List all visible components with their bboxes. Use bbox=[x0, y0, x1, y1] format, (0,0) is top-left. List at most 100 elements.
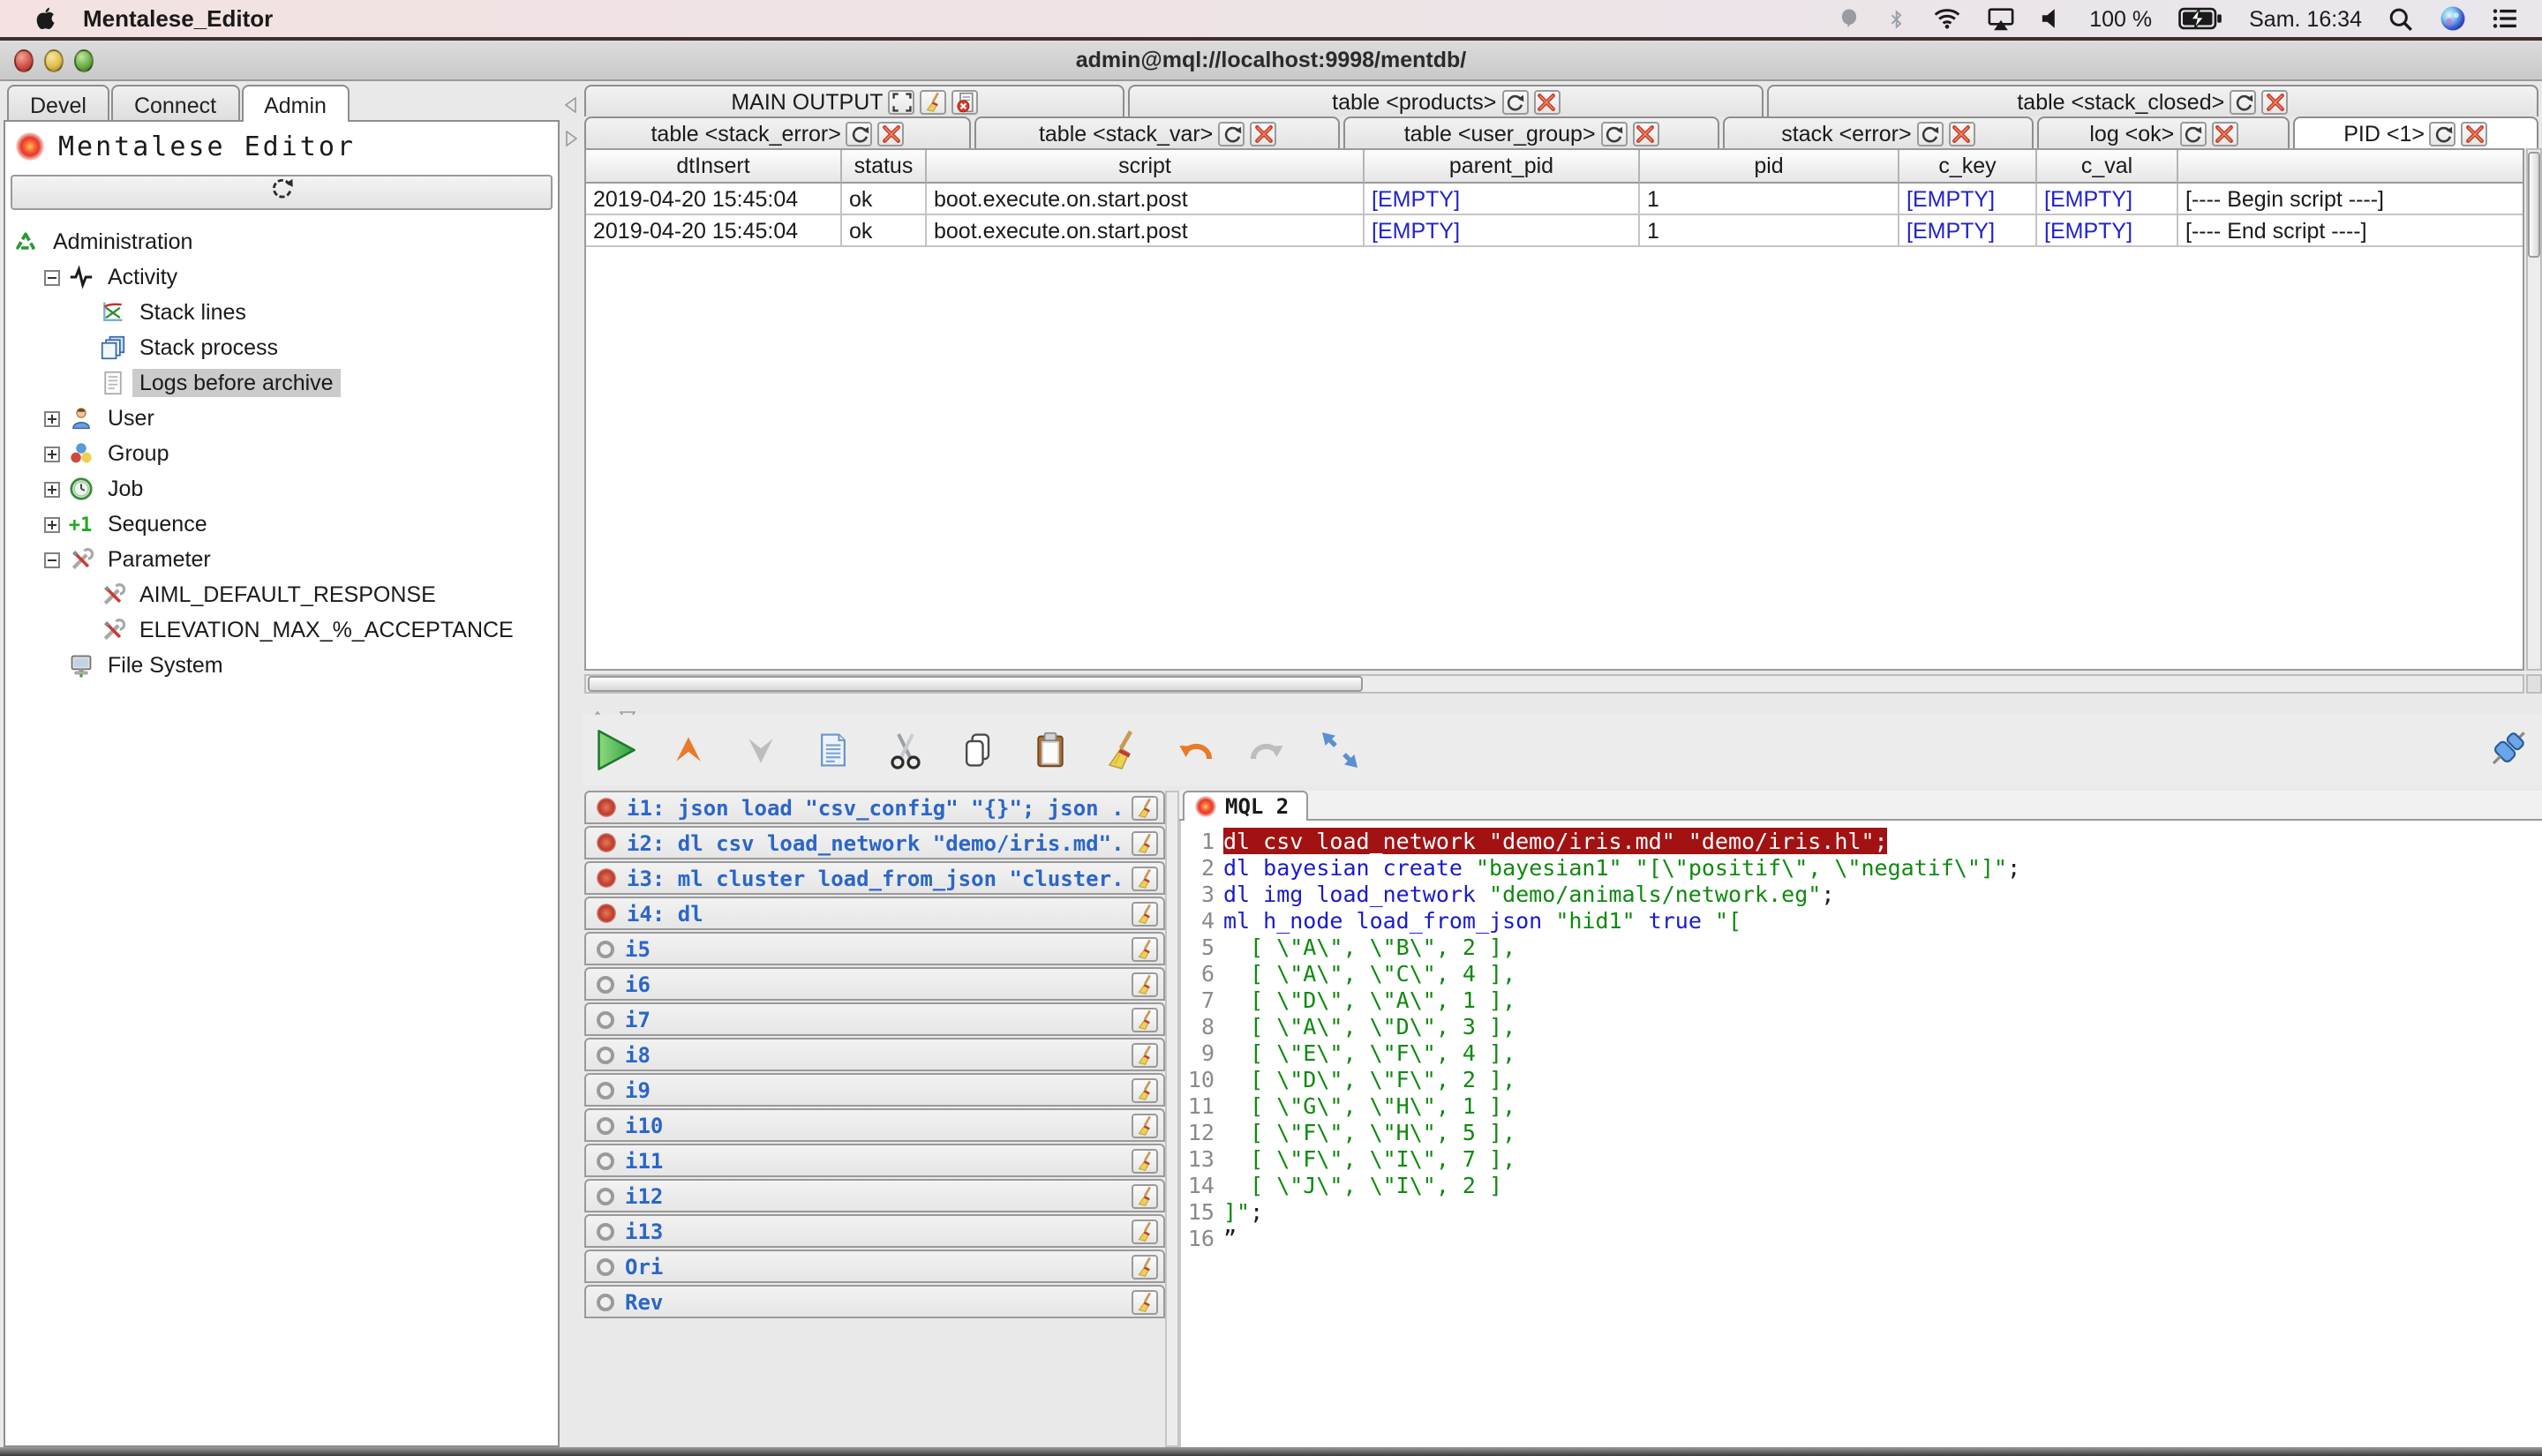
code-line[interactable]: 7 [ \"D\", \"A\", 1 ], bbox=[1181, 987, 2542, 1013]
code-line[interactable]: 3dl img load_network "demo/animals/netwo… bbox=[1181, 881, 2542, 907]
clear-output-button[interactable] bbox=[952, 89, 979, 114]
refresh-button[interactable] bbox=[2179, 121, 2206, 146]
code-line[interactable]: 2dl bayesian create "bayesian1" "[\"posi… bbox=[1181, 854, 2542, 881]
expand-icon[interactable] bbox=[44, 516, 60, 532]
refresh-button[interactable] bbox=[1601, 121, 1628, 146]
tree-item-file-system[interactable]: File System bbox=[5, 648, 558, 683]
clean-script-button[interactable] bbox=[1132, 1113, 1158, 1137]
clean-script-button[interactable] bbox=[1132, 830, 1158, 855]
output-tab-table-stack-closed[interactable]: table <stack_closed> bbox=[1767, 85, 2538, 116]
output-tab-table-user-group[interactable]: table <user_group> bbox=[1344, 116, 1718, 148]
output-tab-stack-error[interactable]: stack <error> bbox=[1722, 116, 2034, 148]
code-line[interactable]: 13 [ \"F\", \"I\", 7 ], bbox=[1181, 1145, 2542, 1172]
clean-script-button[interactable] bbox=[1132, 901, 1158, 926]
vertical-splitter[interactable] bbox=[561, 81, 583, 1447]
script-item-i3[interactable]: i3: ml cluster load_from_json "cluster..… bbox=[584, 861, 1165, 895]
code-line[interactable]: 16” bbox=[1181, 1225, 2542, 1251]
script-item-i7[interactable]: i7 bbox=[584, 1002, 1165, 1036]
script-item-i9[interactable]: i9 bbox=[584, 1073, 1165, 1107]
clean-script-button[interactable] bbox=[1132, 972, 1158, 996]
code-line[interactable]: 5 [ \"A\", \"B\", 2 ], bbox=[1181, 934, 2542, 960]
script-item-i11[interactable]: i11 bbox=[584, 1144, 1165, 1177]
wifi-icon[interactable] bbox=[1932, 7, 1960, 30]
tree-item-logs-before-archive[interactable]: Logs before archive bbox=[5, 365, 558, 401]
code-area[interactable]: 1dl csv load_network "demo/iris.md" "dem… bbox=[1179, 821, 2542, 1447]
table-row[interactable]: 2019-04-20 15:45:04okboot.execute.on.sta… bbox=[586, 215, 2523, 247]
output-tab-pid-1[interactable]: PID <1> bbox=[2293, 116, 2538, 148]
sidebar-tab-devel[interactable]: Devel bbox=[7, 85, 109, 120]
code-line[interactable]: 12 [ \"F\", \"H\", 5 ], bbox=[1181, 1119, 2542, 1145]
column-header-status[interactable]: status bbox=[842, 150, 927, 184]
tree-item-job[interactable]: Job bbox=[5, 471, 558, 507]
resize-icon[interactable] bbox=[1315, 726, 1363, 774]
output-tab-log-ok[interactable]: log <ok> bbox=[2038, 116, 2290, 148]
script-item-i8[interactable]: i8 bbox=[584, 1038, 1165, 1071]
column-header-c-val[interactable]: c_val bbox=[2037, 150, 2178, 184]
expand-icon[interactable] bbox=[44, 481, 60, 497]
sidebar-tab-admin[interactable]: Admin bbox=[241, 85, 350, 122]
airplay-icon[interactable] bbox=[1987, 6, 2013, 31]
clean-script-button[interactable] bbox=[1132, 1219, 1158, 1243]
delete-button[interactable] bbox=[1250, 121, 1276, 146]
resize-grip[interactable] bbox=[2526, 674, 2542, 694]
scrollbar-thumb[interactable] bbox=[588, 676, 1363, 692]
code-line[interactable]: 9 [ \"E\", \"F\", 4 ], bbox=[1181, 1039, 2542, 1066]
script-item-rev[interactable]: Rev bbox=[584, 1285, 1165, 1318]
table-vertical-scrollbar[interactable] bbox=[2526, 148, 2542, 671]
tree-item-user[interactable]: User bbox=[5, 401, 558, 436]
notification-center-icon[interactable] bbox=[2493, 7, 2517, 30]
maximize-button[interactable] bbox=[889, 89, 915, 114]
column-header-script[interactable]: script bbox=[927, 150, 1365, 184]
code-line[interactable]: 1dl csv load_network "demo/iris.md" "dem… bbox=[1181, 828, 2542, 854]
script-item-i4[interactable]: i4: dl bbox=[584, 897, 1165, 930]
clean-script-button[interactable] bbox=[1132, 1042, 1158, 1067]
refresh-button[interactable] bbox=[1917, 121, 1944, 146]
paste-icon[interactable] bbox=[1026, 726, 1073, 774]
refresh-button[interactable] bbox=[1501, 89, 1528, 114]
clean-icon[interactable] bbox=[1098, 726, 1146, 774]
refresh-button[interactable] bbox=[1218, 121, 1245, 146]
refresh-button[interactable] bbox=[2230, 89, 2256, 114]
cut-icon[interactable] bbox=[881, 726, 929, 774]
clean-script-button[interactable] bbox=[1132, 866, 1158, 890]
connector-icon[interactable] bbox=[2484, 724, 2531, 771]
delete-button[interactable] bbox=[2261, 89, 2288, 114]
clean-script-button[interactable] bbox=[1132, 1289, 1158, 1314]
clean-script-button[interactable] bbox=[1132, 1148, 1158, 1173]
move-up-icon[interactable] bbox=[664, 726, 711, 774]
expand-icon[interactable] bbox=[44, 446, 60, 462]
refresh-button[interactable] bbox=[2430, 121, 2456, 146]
tree-item-activity[interactable]: Activity bbox=[5, 259, 558, 295]
tree-item-administration[interactable]: Administration bbox=[5, 224, 558, 259]
tree-item-stack-process[interactable]: Stack process bbox=[5, 330, 558, 365]
delete-button[interactable] bbox=[1533, 89, 1560, 114]
tree-item-sequence[interactable]: +1Sequence bbox=[5, 507, 558, 542]
code-line[interactable]: 15]"; bbox=[1181, 1198, 2542, 1225]
copy-icon[interactable] bbox=[953, 726, 1001, 774]
refresh-button[interactable] bbox=[846, 121, 873, 146]
editor-tab-mql2[interactable]: MQL 2 bbox=[1183, 791, 1308, 821]
apple-menu-icon[interactable] bbox=[32, 5, 58, 32]
tree-item-stack-lines[interactable]: Stack lines bbox=[5, 295, 558, 330]
new-document-icon[interactable] bbox=[808, 726, 856, 774]
delete-button[interactable] bbox=[878, 121, 905, 146]
scrollbar-thumb[interactable] bbox=[2528, 152, 2540, 258]
script-item-i1[interactable]: i1: json load "csv_config" "{}"; json ..… bbox=[584, 791, 1165, 824]
output-tab-table-stack-error[interactable]: table <stack_error> bbox=[584, 116, 971, 148]
collapse-left-icon[interactable] bbox=[565, 90, 577, 122]
output-tab-main-output[interactable]: MAIN OUTPUT bbox=[584, 85, 1125, 116]
scripts-scrollbar[interactable] bbox=[1165, 791, 1179, 1447]
code-line[interactable]: 14 [ \"J\", \"I\", 2 ] bbox=[1181, 1172, 2542, 1198]
window-titlebar[interactable]: admin@mql://localhost:9998/mentdb/ bbox=[0, 41, 2542, 81]
collapse-icon[interactable] bbox=[44, 552, 60, 567]
clean-script-button[interactable] bbox=[1132, 1007, 1158, 1032]
tree-item-group[interactable]: Group bbox=[5, 436, 558, 471]
column-header-pid[interactable]: pid bbox=[1640, 150, 1899, 184]
clean-script-button[interactable] bbox=[1132, 936, 1158, 961]
code-line[interactable]: 10 [ \"D\", \"F\", 2 ], bbox=[1181, 1066, 2542, 1092]
output-tab-table-products[interactable]: table <products> bbox=[1129, 85, 1764, 116]
bluetooth-icon[interactable] bbox=[1886, 6, 1906, 31]
brush-button[interactable] bbox=[921, 89, 947, 114]
redo-icon[interactable] bbox=[1243, 726, 1290, 774]
clean-script-button[interactable] bbox=[1132, 1183, 1158, 1208]
